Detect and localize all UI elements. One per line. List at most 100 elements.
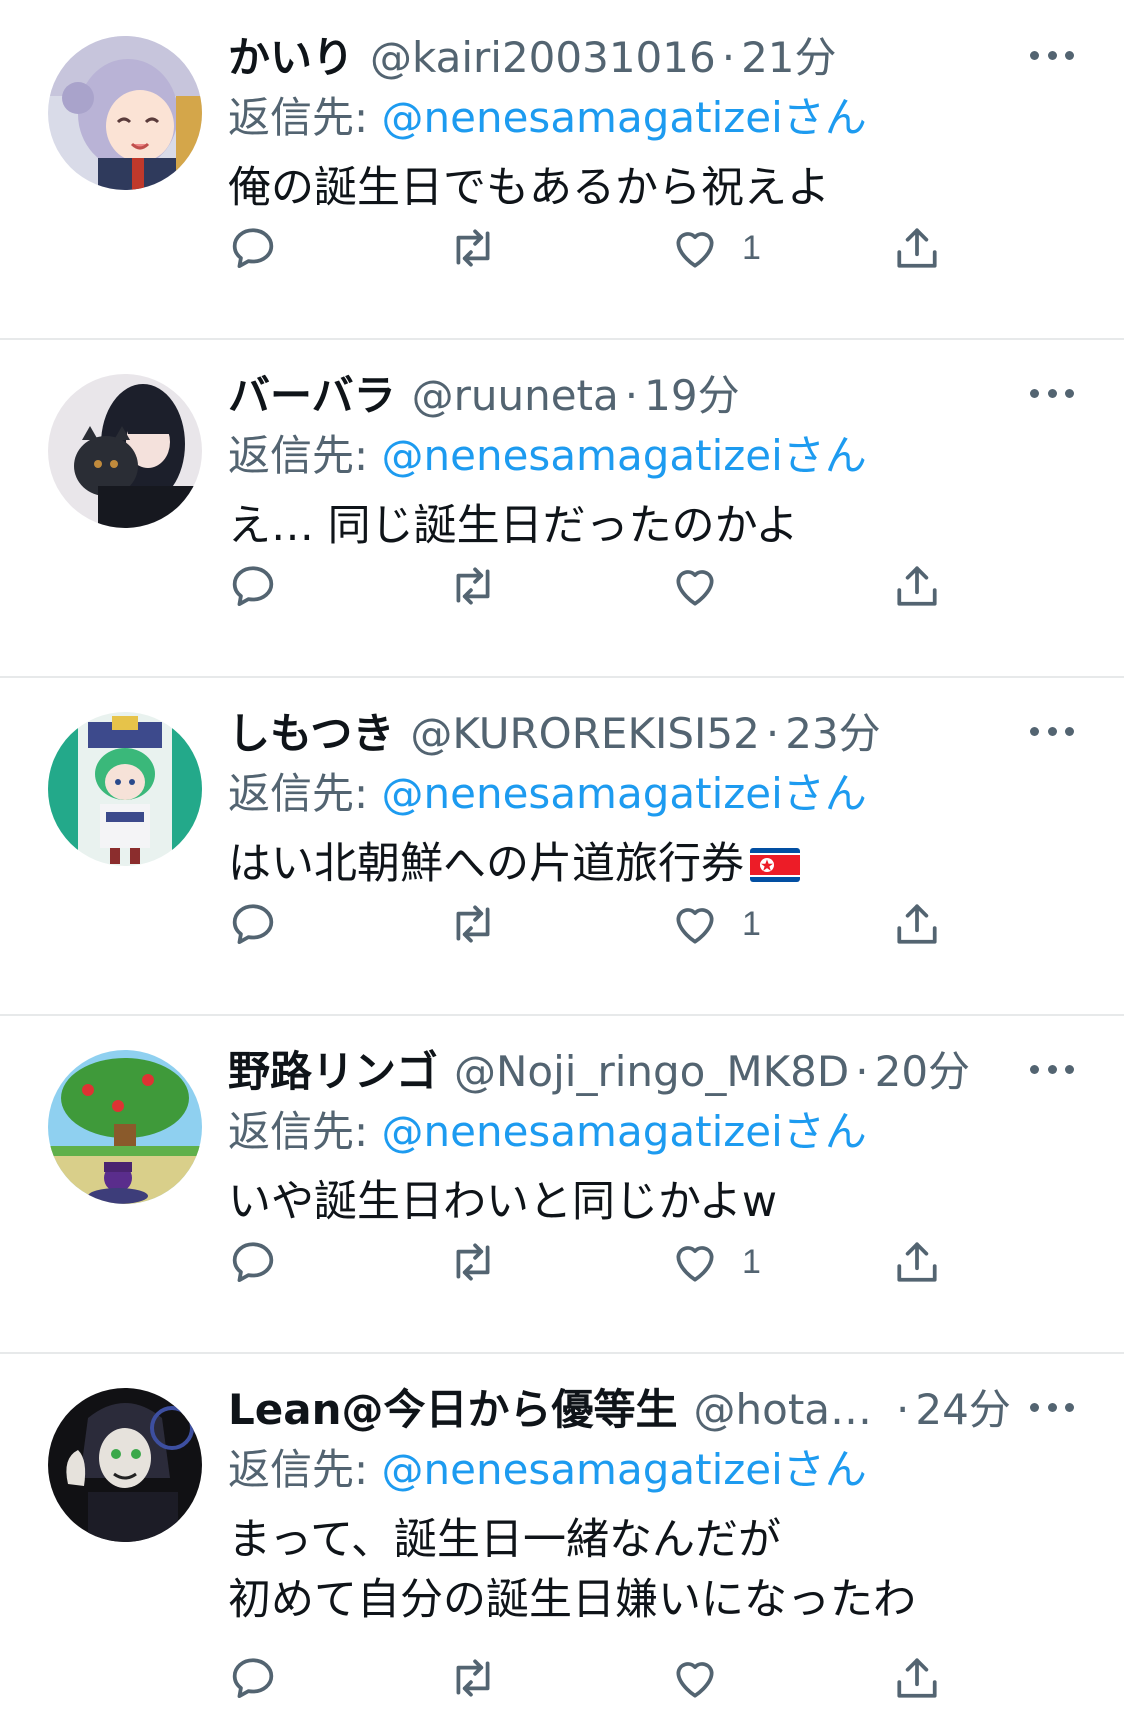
retweet-arrows-icon [456, 905, 490, 943]
like-count: 1 [742, 228, 761, 267]
mention-suffix[interactable]: さん [783, 93, 867, 142]
timestamp[interactable]: 23分 [785, 702, 880, 766]
mention-suffix[interactable]: さん [783, 1107, 867, 1156]
mention-link[interactable]: @nenesamagatizeiさん [382, 769, 867, 818]
tweet[interactable]: Lean@今日から優等生 @hota… · 24分 返信先: @nenesama… [0, 1352, 1124, 1736]
timestamp[interactable]: 21分 [741, 26, 836, 90]
tweet[interactable]: かいり @kairi20031016 · 21分 返信先: @nenesamag… [0, 0, 1124, 305]
reply-button[interactable] [228, 894, 278, 954]
more-dots-icon[interactable] [1030, 716, 1074, 746]
reply-prefix: 返信先: [228, 1107, 382, 1156]
mention-handle[interactable]: @nenesamagatizei [382, 769, 783, 818]
reply-prefix: 返信先: [228, 431, 382, 480]
mention-handle[interactable]: @nenesamagatizei [382, 431, 783, 480]
share-upload-icon [897, 904, 937, 944]
like-count: 1 [742, 904, 761, 943]
tweet-text: いや誕生日わいと同じかよw [228, 1177, 778, 1227]
reply-context: 返信先: @nenesamagatizeiさん [228, 86, 867, 150]
heart-icon [676, 570, 714, 606]
mention-link[interactable]: @nenesamagatizeiさん [382, 93, 867, 142]
reply-context: 返信先: @nenesamagatizeiさん [228, 424, 867, 488]
share-button[interactable] [892, 1232, 942, 1292]
like-button[interactable] [670, 1648, 742, 1708]
action-bar: 1 [228, 218, 948, 278]
speech-bubble-icon [232, 904, 274, 944]
retweet-button[interactable] [448, 1648, 498, 1708]
avatar[interactable] [48, 36, 202, 190]
share-button[interactable] [892, 1648, 942, 1708]
mention-handle[interactable]: @nenesamagatizei [382, 1445, 783, 1494]
share-button[interactable] [892, 218, 942, 278]
mention-handle[interactable]: @nenesamagatizei [382, 93, 783, 142]
more-dots-icon[interactable] [1030, 40, 1074, 70]
speech-bubble-icon [232, 566, 274, 606]
tweet-text: まって、誕生日一緒なんだが 初めて自分の誕生日嫌いになったわ [228, 1515, 916, 1625]
speech-bubble-icon [232, 228, 274, 268]
tweet[interactable]: 野路リンゴ @Noji_ringo_MK8D · 20分 返信先: @nenes… [0, 1014, 1124, 1352]
user-handle[interactable]: @ruuneta [412, 364, 619, 428]
mention-suffix[interactable]: さん [783, 1445, 867, 1494]
like-button[interactable]: 1 [670, 1232, 761, 1292]
reply-timeline: かいり @kairi20031016 · 21分 返信先: @nenesamag… [0, 0, 1124, 1736]
display-name[interactable]: かいり [228, 26, 354, 90]
user-handle[interactable]: @hota… [694, 1378, 873, 1442]
retweet-button[interactable] [448, 556, 498, 616]
reply-button[interactable] [228, 556, 278, 616]
mention-link[interactable]: @nenesamagatizeiさん [382, 1107, 867, 1156]
tweet-text: 俺の誕生日でもあるから祝えよ [228, 163, 830, 213]
reply-prefix: 返信先: [228, 93, 382, 142]
share-button[interactable] [892, 556, 942, 616]
reply-context: 返信先: @nenesamagatizeiさん [228, 762, 867, 826]
timestamp[interactable]: 24分 [915, 1378, 1010, 1442]
like-button[interactable]: 1 [670, 218, 761, 278]
retweet-arrows-icon [456, 1243, 490, 1281]
retweet-arrows-icon [456, 1659, 490, 1697]
avatar[interactable] [48, 712, 202, 866]
mention-link[interactable]: @nenesamagatizeiさん [382, 1445, 867, 1494]
more-dots-icon[interactable] [1030, 378, 1074, 408]
retweet-button[interactable] [448, 1232, 498, 1292]
display-name[interactable]: しもつき [228, 702, 394, 766]
timestamp[interactable]: 19分 [644, 364, 739, 428]
more-dots-icon[interactable] [1030, 1392, 1074, 1422]
user-handle[interactable]: @Noji_ringo_MK8D [454, 1040, 849, 1104]
reply-button[interactable] [228, 1648, 278, 1708]
tweet[interactable]: バーバラ @ruuneta · 19分 返信先: @nenesamagatize… [0, 338, 1124, 676]
speech-bubble-icon [232, 1658, 274, 1698]
more-dots-icon[interactable] [1030, 1054, 1074, 1084]
user-handle[interactable]: @kairi20031016 [370, 26, 716, 90]
share-button[interactable] [892, 894, 942, 954]
separator-dot: · [855, 1047, 869, 1096]
tweet-text-container: はい北朝鮮への片道旅行券 [228, 834, 800, 894]
action-bar [228, 556, 948, 616]
display-name[interactable]: Lean@今日から優等生 [228, 1378, 678, 1442]
retweet-button[interactable] [448, 894, 498, 954]
mention-suffix[interactable]: さん [783, 769, 867, 818]
display-name[interactable]: 野路リンゴ [228, 1040, 438, 1104]
heart-icon [676, 908, 714, 944]
tweet-text: はい北朝鮮への片道旅行券 [228, 839, 744, 889]
reply-context: 返信先: @nenesamagatizeiさん [228, 1100, 867, 1164]
reply-button[interactable] [228, 1232, 278, 1292]
avatar[interactable] [48, 374, 202, 528]
like-button[interactable]: 1 [670, 894, 761, 954]
mention-handle[interactable]: @nenesamagatizei [382, 1107, 783, 1156]
like-button[interactable] [670, 556, 742, 616]
tweet-header: 野路リンゴ @Noji_ringo_MK8D · 20分 [228, 1040, 970, 1104]
retweet-button[interactable] [448, 218, 498, 278]
timestamp[interactable]: 20分 [875, 1040, 970, 1104]
share-upload-icon [897, 566, 937, 606]
reply-button[interactable] [228, 218, 278, 278]
mention-suffix[interactable]: さん [783, 431, 867, 480]
share-upload-icon [897, 1242, 937, 1282]
tweet[interactable]: しもつき @KUROREKISI52 · 23分 返信先: @nenesamag… [0, 676, 1124, 1014]
avatar[interactable] [48, 1050, 202, 1204]
retweet-arrows-icon [456, 567, 490, 605]
action-bar: 1 [228, 1232, 948, 1292]
mention-link[interactable]: @nenesamagatizeiさん [382, 431, 867, 480]
speech-bubble-icon [232, 1242, 274, 1282]
avatar[interactable] [48, 1388, 202, 1542]
user-handle[interactable]: @KUROREKISI52 [410, 702, 760, 766]
display-name[interactable]: バーバラ [228, 364, 396, 428]
flag-north-korea-icon [750, 848, 800, 882]
